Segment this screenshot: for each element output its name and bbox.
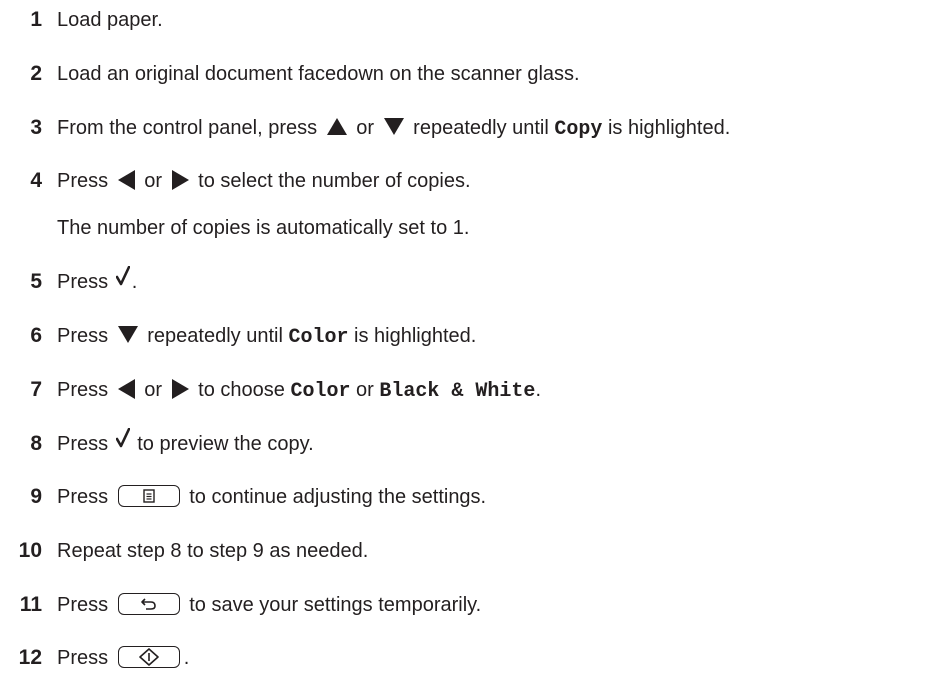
down-arrow-icon (117, 326, 138, 344)
step-text: Press . (57, 645, 190, 669)
step-number: 10 (18, 539, 42, 562)
menu-option-color: Color (288, 326, 349, 349)
step-text: Load an original document facedown on th… (57, 63, 580, 85)
start-button-icon (117, 645, 180, 668)
right-arrow-icon (171, 378, 189, 399)
step-number: 2 (30, 62, 42, 85)
step-number: 11 (19, 593, 42, 616)
right-arrow-icon (171, 169, 189, 190)
step-number: 6 (30, 324, 42, 347)
back-button-icon (117, 592, 180, 615)
step-number: 9 (30, 485, 42, 508)
step-note: The number of copies is automatically se… (57, 217, 470, 239)
step-text: Load paper. (57, 9, 163, 31)
menu-option-color: Color (290, 380, 351, 403)
step-text: Press repeatedly until Color is highligh… (57, 325, 477, 349)
menu-option-copy: Copy (554, 118, 603, 141)
step-number: 12 (18, 646, 42, 669)
step-text: Press . (57, 265, 137, 298)
step-number: 5 (30, 270, 42, 293)
menu-button-icon (117, 484, 180, 507)
step-number: 7 (30, 378, 42, 401)
up-arrow-icon (326, 118, 347, 136)
left-arrow-icon (117, 378, 135, 399)
checkmark-icon (115, 265, 130, 295)
left-arrow-icon (117, 169, 135, 190)
menu-option-black-white: Black & White (379, 380, 536, 403)
step-text: Repeat step 8 to step 9 as needed. (57, 540, 369, 562)
step-text: Press or to choose Color or Black & Whit… (57, 378, 541, 403)
down-arrow-icon (383, 118, 404, 136)
step-text: From the control panel, press or repeate… (57, 117, 731, 141)
step-text: Press to save your settings temporarily. (57, 592, 482, 616)
step-number: 1 (30, 8, 42, 31)
step-number: 3 (30, 116, 42, 139)
checkmark-icon (115, 427, 130, 457)
step-number: 8 (30, 432, 42, 455)
step-text: Press to preview the copy. (57, 427, 314, 460)
step-text: Press or to select the number of copies. (57, 169, 471, 192)
step-number: 4 (30, 169, 42, 192)
step-text: Press to continue adjusting the settings… (57, 484, 487, 508)
